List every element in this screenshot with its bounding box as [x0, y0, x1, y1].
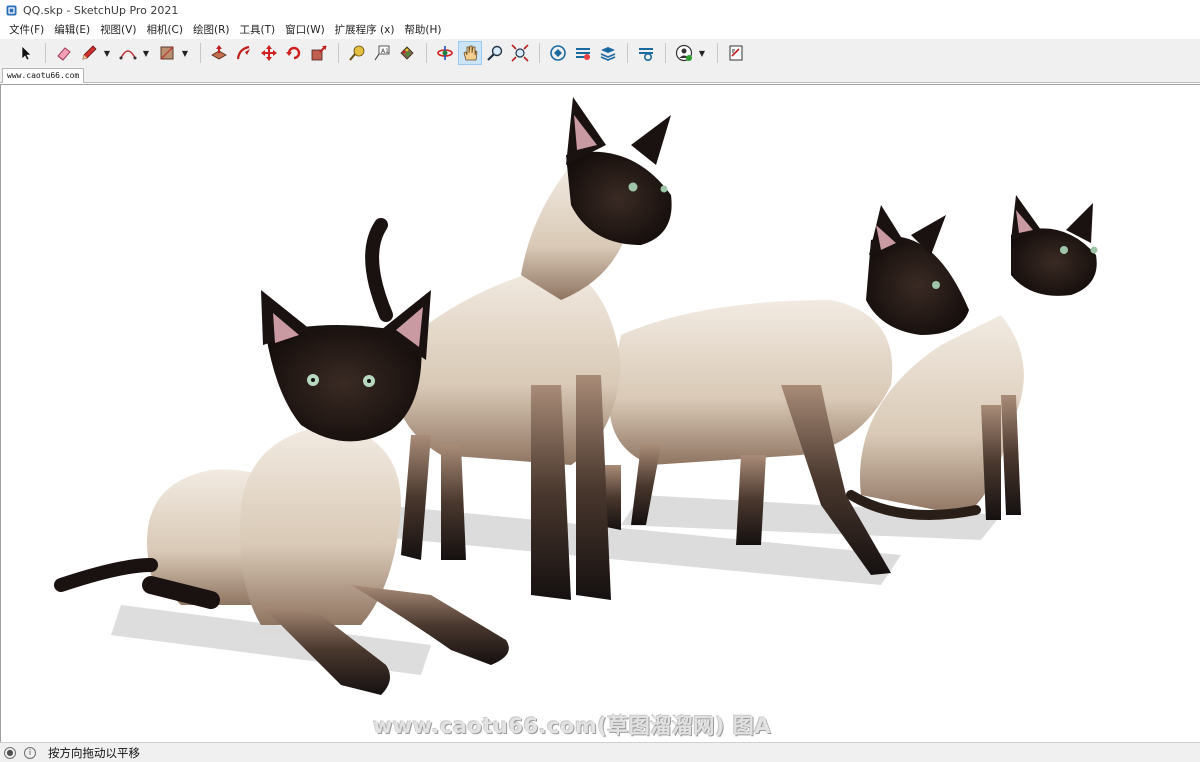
arc-icon [119, 50, 137, 60]
svg-text:A1: A1 [381, 48, 389, 55]
scene-tab[interactable]: www.caotu66.com [2, 68, 85, 83]
title-bar: QQ.skp - SketchUp Pro 2021 [0, 0, 1200, 21]
paint-bucket-icon [400, 46, 414, 60]
sketchup-logo-icon [6, 5, 17, 16]
watermark-text: www.caotu66.com(草图溜溜网) 图A [373, 714, 772, 738]
push-pull-tool[interactable] [207, 41, 231, 65]
pan-tool[interactable] [458, 41, 482, 65]
orbit-icon [437, 46, 453, 60]
layout-button[interactable] [596, 41, 620, 65]
scene-tabs-bar: www.caotu66.com [0, 67, 1200, 83]
tape-measure-tool[interactable] [345, 41, 369, 65]
warehouse-icon [550, 45, 566, 61]
rectangle-icon [160, 46, 174, 60]
toolbar-divider [539, 43, 540, 63]
toolbar-divider [627, 43, 628, 63]
menu-extensions[interactable]: 扩展程序 (x) [330, 21, 400, 39]
text-tool[interactable]: A1 [370, 41, 394, 65]
account-dropdown[interactable]: ▼ [697, 41, 707, 65]
main-toolbar: ▼ ▼ ▼ A1 ▼ [0, 39, 1200, 67]
toolbar-divider [200, 43, 201, 63]
menu-bar: 文件(F) 编辑(E) 视图(V) 相机(C) 绘图(R) 工具(T) 窗口(W… [0, 21, 1200, 39]
menu-file[interactable]: 文件(F) [4, 21, 49, 39]
tape-measure-icon [349, 45, 365, 61]
zoom-extents-tool[interactable] [508, 41, 532, 65]
rotate-tool[interactable] [282, 41, 306, 65]
user-account-icon [675, 44, 693, 62]
eraser-icon [57, 47, 71, 61]
paint-bucket-tool[interactable] [395, 41, 419, 65]
line-tool-dropdown[interactable]: ▼ [102, 41, 112, 65]
menu-window[interactable]: 窗口(W) [280, 21, 330, 39]
pencil-icon [82, 45, 97, 60]
scale-tool[interactable] [307, 41, 331, 65]
menu-draw[interactable]: 绘图(R) [188, 21, 235, 39]
cats-model-scene [54, 97, 1098, 695]
zoom-extents-icon [511, 44, 529, 62]
move-tool[interactable] [257, 41, 281, 65]
toolbar-divider [426, 43, 427, 63]
zoom-tool[interactable] [483, 41, 507, 65]
scale-icon [311, 45, 327, 61]
rectangle-tool-dropdown[interactable]: ▼ [180, 41, 190, 65]
text-icon: A1 [374, 45, 390, 61]
layers-send-icon [600, 47, 616, 61]
status-bar: ● i 按方向拖动以平移 [0, 742, 1200, 762]
toolbar-divider [665, 43, 666, 63]
window-title: QQ.skp - SketchUp Pro 2021 [23, 4, 179, 17]
follow-me-tool[interactable] [232, 41, 256, 65]
status-message: 按方向拖动以平移 [48, 745, 140, 760]
move-icon [261, 45, 277, 61]
extension-warehouse-button[interactable] [571, 41, 595, 65]
arc-tool-dropdown[interactable]: ▼ [141, 41, 151, 65]
toolbar-divider [338, 43, 339, 63]
account-button[interactable] [672, 41, 696, 65]
arc-tool[interactable] [116, 41, 140, 65]
toolbar-divider [45, 43, 46, 63]
pan-hand-icon [463, 45, 478, 61]
extension-warehouse-icon [576, 48, 590, 60]
3d-warehouse-button[interactable] [546, 41, 570, 65]
eraser-tool[interactable] [52, 41, 76, 65]
menu-view[interactable]: 视图(V) [95, 21, 141, 39]
layout-doc-icon [729, 45, 743, 61]
model-viewport[interactable]: www.caotu66.com(草图溜溜网) 图A [0, 84, 1200, 742]
menu-tools[interactable]: 工具(T) [234, 21, 280, 39]
orbit-tool[interactable] [433, 41, 457, 65]
extension-manager-icon [639, 48, 653, 62]
select-tool[interactable] [14, 41, 38, 65]
menu-edit[interactable]: 编辑(E) [49, 21, 95, 39]
menu-help[interactable]: 帮助(H) [399, 21, 446, 39]
info-icon[interactable]: i [24, 746, 36, 759]
extension-manager-button[interactable] [634, 41, 658, 65]
follow-me-icon [236, 45, 250, 60]
rotate-icon [286, 46, 301, 60]
zoom-icon [487, 45, 503, 61]
toolbar-divider [717, 43, 718, 63]
arrow-cursor-icon [21, 45, 32, 61]
line-tool[interactable] [77, 41, 101, 65]
rectangle-tool[interactable] [155, 41, 179, 65]
send-to-layout-button[interactable] [724, 41, 748, 65]
push-pull-icon [211, 45, 227, 60]
geo-location-icon[interactable]: ● [4, 746, 16, 759]
menu-camera[interactable]: 相机(C) [141, 21, 188, 39]
